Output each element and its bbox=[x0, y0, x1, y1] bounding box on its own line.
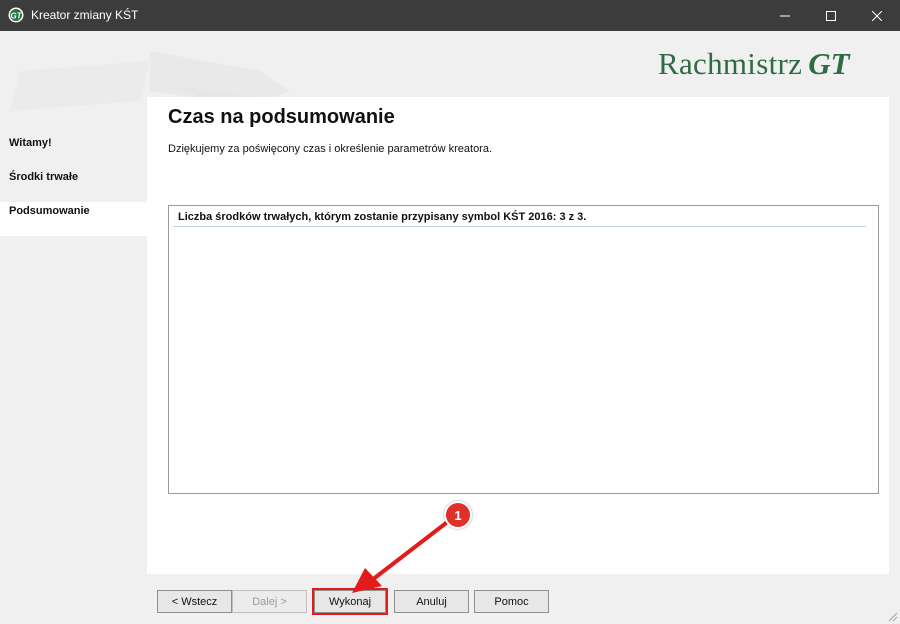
resize-grip-icon[interactable] bbox=[886, 610, 898, 622]
annotation-arrow bbox=[352, 518, 452, 593]
annotation-badge: 1 bbox=[444, 501, 472, 529]
